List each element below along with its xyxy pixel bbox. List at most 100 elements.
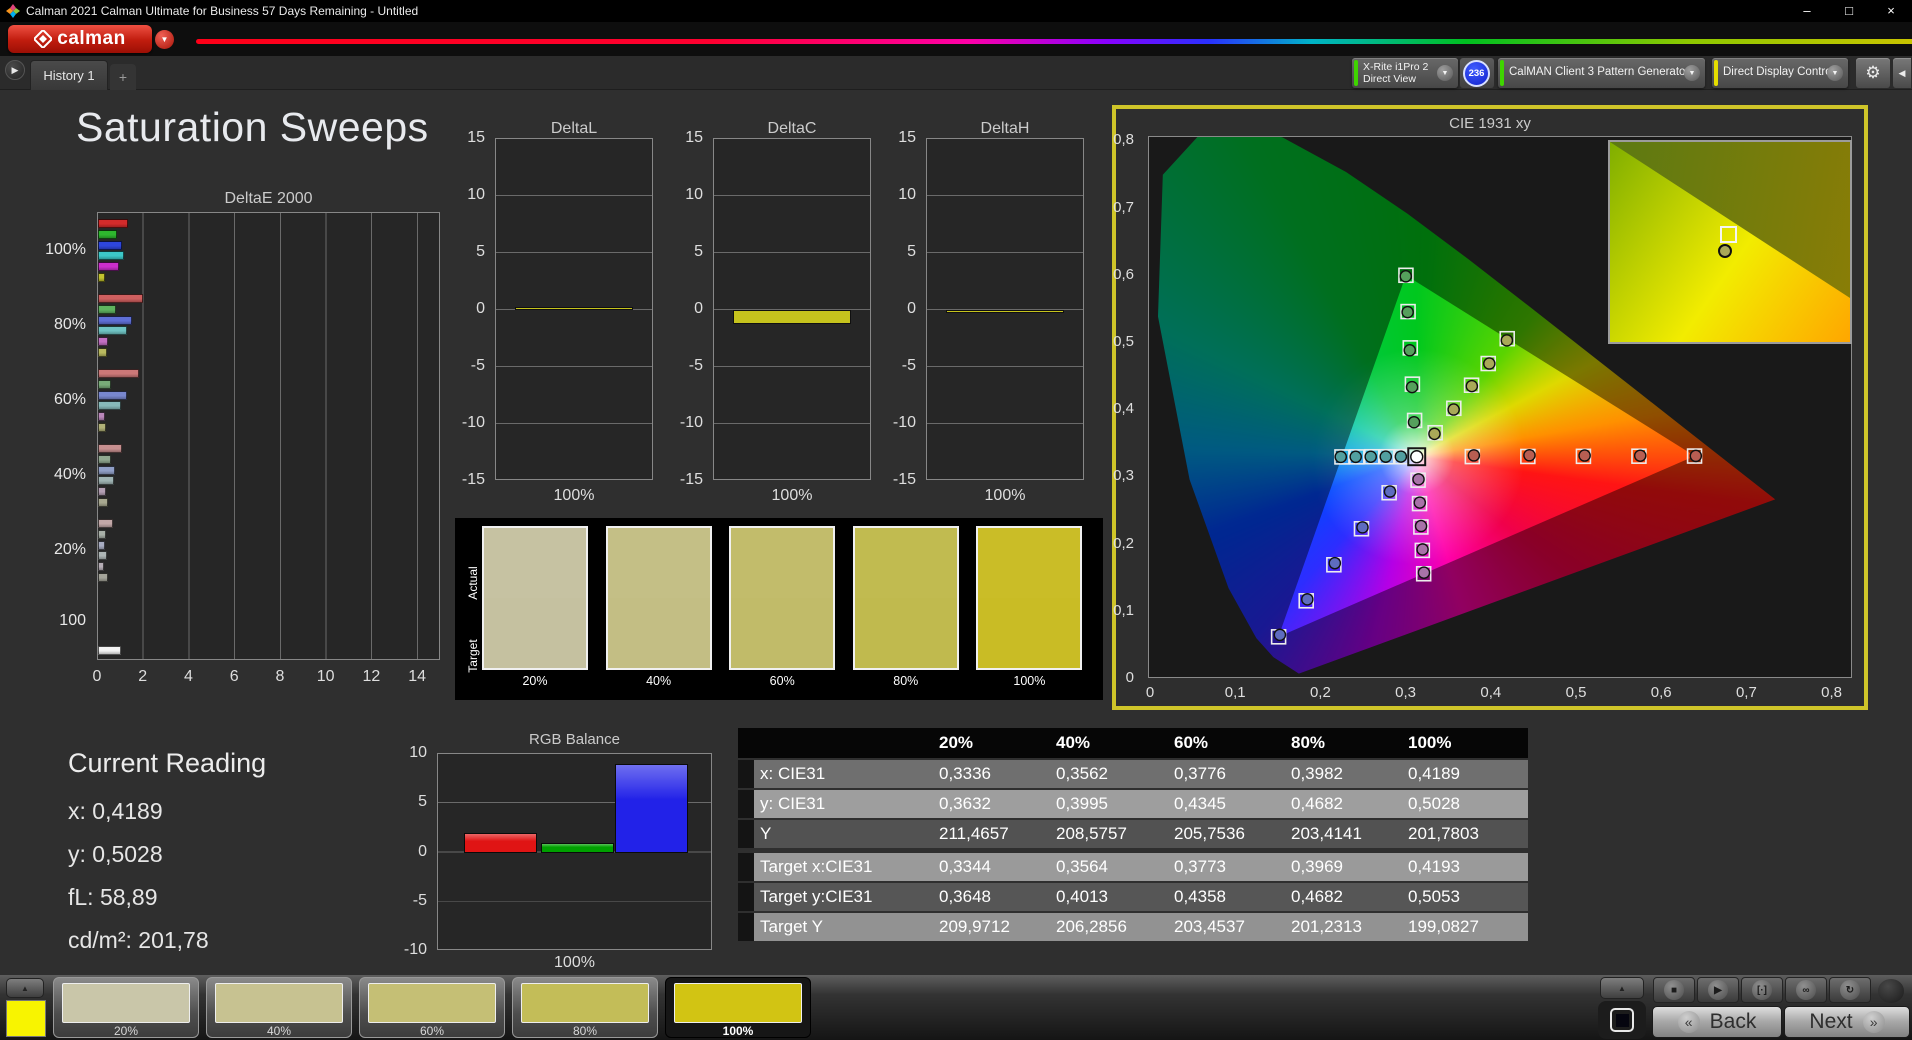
deltae-bar-green: [98, 229, 118, 239]
table-cell: 0,4682: [1291, 887, 1343, 906]
table-cell: 201,2313: [1291, 917, 1362, 936]
deltae-bar-green: [98, 304, 117, 314]
table-cell: 211,4657: [939, 824, 1009, 843]
minimize-icon[interactable]: –: [1786, 0, 1828, 22]
deltae-x-tick-label: 10: [316, 668, 335, 685]
cie-x-axis: 0 0,1 0,2 0,3 0,4 0,5 0,6 0,7 0,8: [1112, 684, 1868, 704]
deltae-x-tick-label: 0: [92, 668, 102, 685]
meter-count-badge[interactable]: 236: [1463, 60, 1490, 87]
play-pattern-button[interactable]: ▶: [1697, 977, 1739, 1003]
deltal-y-axis: 15 10 5 0 -5 -10 -15: [455, 129, 491, 488]
swatch-actual: [978, 528, 1081, 598]
play-icon: ▶: [11, 64, 19, 75]
display-control-dropdown[interactable]: Direct Display Control ▼: [1712, 58, 1848, 88]
pattern-card-40%[interactable]: 40%: [206, 977, 352, 1038]
settings-button[interactable]: ⚙: [1856, 58, 1890, 88]
display-control-label: Direct Display Control: [1723, 66, 1835, 78]
next-chevron-icon: »: [1862, 1011, 1885, 1033]
continuous-pattern-button[interactable]: ∞: [1785, 977, 1827, 1003]
deltae-chart-title: DeltaE 2000: [224, 190, 313, 207]
swatch-20%: [482, 526, 588, 670]
rgb-y-axis: 10 5 0 -5 -10: [397, 744, 433, 958]
deltaH-y-tick-label: 15: [898, 129, 916, 146]
current-pattern-swatch: [6, 1000, 46, 1037]
cie-x-tick-label: 0,2: [1309, 684, 1331, 701]
pattern-generator-label: CalMAN Client 3 Pattern Generator: [1509, 66, 1690, 78]
table-cell: 208,5757: [1056, 824, 1127, 843]
table-cell: 0,4682: [1291, 794, 1343, 813]
rgb-y-tick-label: -5: [412, 891, 427, 909]
back-label: Back: [1709, 1010, 1757, 1033]
pattern-generator-dropdown[interactable]: CalMAN Client 3 Pattern Generator ▼: [1498, 58, 1705, 88]
add-tab-button[interactable]: +: [110, 64, 136, 90]
table-cell: 0,3969: [1291, 857, 1343, 876]
table-row: Target y:CIE31 0,3648 0,4013 0,4358 0,4682 0,…: [738, 883, 1528, 911]
table-cell: 0,3632: [939, 794, 991, 813]
deltae-category-label: 60%: [53, 391, 86, 408]
table-cell: 0,3648: [939, 887, 991, 906]
deltae-bar-cyan: [98, 401, 121, 411]
window-title: Calman 2021 Calman Ultimate for Business…: [26, 4, 419, 18]
inset-target-square: [1720, 226, 1738, 243]
tab-history-1[interactable]: History 1: [30, 60, 108, 90]
stop-pattern-button[interactable]: ■: [1653, 977, 1695, 1003]
swatch-actual: [607, 528, 710, 598]
pattern-card-label: 40%: [266, 1024, 292, 1038]
deltae-y-axis: 100% 80% 60% 40% 20% 100: [24, 212, 90, 660]
stop-icon: [1615, 1013, 1629, 1027]
table-row-lead-strip: [738, 760, 754, 788]
pattern-card-100%[interactable]: 100%: [665, 977, 811, 1038]
pattern-card-80%[interactable]: 80%: [512, 977, 658, 1038]
maximize-icon[interactable]: □: [1828, 0, 1870, 22]
pattern-card-label: 100%: [722, 1024, 754, 1038]
chevron-down-icon: ▼: [1827, 65, 1843, 81]
refresh-pattern-button[interactable]: ↻: [1829, 977, 1871, 1003]
swatch-100%: [976, 526, 1083, 670]
cie-y-tick-label: 0,8: [1113, 131, 1134, 149]
collapse-panel-button[interactable]: ◀: [1893, 58, 1911, 88]
scroll-up-button[interactable]: ▲: [6, 978, 44, 998]
workflow-nav-button[interactable]: ▶: [5, 60, 25, 80]
table-row-label: y: CIE31: [760, 794, 826, 813]
calman-diamond-icon: [34, 30, 53, 48]
swatch-actual: [731, 528, 834, 598]
pattern-card-60%[interactable]: 60%: [359, 977, 505, 1038]
continuous-icon: ∞: [1796, 980, 1816, 1000]
deltaC-y-tick-label: 15: [685, 129, 703, 146]
calman-logo-button[interactable]: calman: [8, 25, 152, 53]
table-header-cell: 40%: [1056, 733, 1091, 752]
cie-x-tick-label: 0: [1145, 684, 1155, 701]
swatch-actual: [484, 528, 586, 598]
up-arrow-icon: ▲: [21, 983, 29, 993]
next-button[interactable]: Next »: [1784, 1006, 1910, 1038]
table-row: Target Y 209,9712 206,2856 203,4537 201,2313…: [738, 913, 1528, 941]
rgb-y-tick-label: 5: [418, 793, 427, 811]
deltaC-y-tick-label: -10: [679, 414, 703, 431]
deltae-bar-green: [98, 454, 111, 464]
table-row-label: Target x:CIE31: [760, 857, 873, 876]
table-header-row: 20% 40% 60% 80% 100%: [738, 728, 1528, 758]
rgb-bar-red: [464, 833, 537, 853]
back-button[interactable]: « Back: [1652, 1006, 1782, 1038]
deltae-bar-blue: [98, 315, 133, 325]
stop-pattern-button[interactable]: [1598, 1001, 1646, 1039]
results-table: 20% 40% 60% 80% 100% x: CIE31 0,3336 0,3562 0,37…: [738, 728, 1528, 946]
deltae-bar-red: [98, 219, 128, 228]
deltae-category-label: 80%: [53, 316, 86, 333]
deltaL-bar: [514, 306, 634, 310]
deltae-bar-magenta: [98, 337, 109, 347]
pattern-card-20%[interactable]: 20%: [53, 977, 199, 1038]
panel-up-button[interactable]: ▲: [1600, 977, 1644, 999]
single-pattern-button[interactable]: [·]: [1741, 977, 1783, 1003]
cie-x-tick-label: 0,6: [1650, 684, 1672, 701]
table-row: Y 211,4657 208,5757 205,7536 203,4141 201,780…: [738, 820, 1528, 848]
close-icon[interactable]: ×: [1870, 0, 1912, 22]
table-cell: 0,3773: [1174, 857, 1226, 876]
logo-dropdown-button[interactable]: ▼: [155, 30, 174, 49]
table-header-cell: 80%: [1291, 733, 1326, 752]
deltae-bar-cyan: [98, 251, 125, 261]
table-header-cell: 20%: [939, 733, 974, 752]
calman-logo-text: calman: [57, 28, 126, 49]
table-cell: 0,4193: [1408, 857, 1460, 876]
meter-dropdown[interactable]: X-Rite i1Pro 2 Direct View ▼: [1352, 58, 1458, 88]
